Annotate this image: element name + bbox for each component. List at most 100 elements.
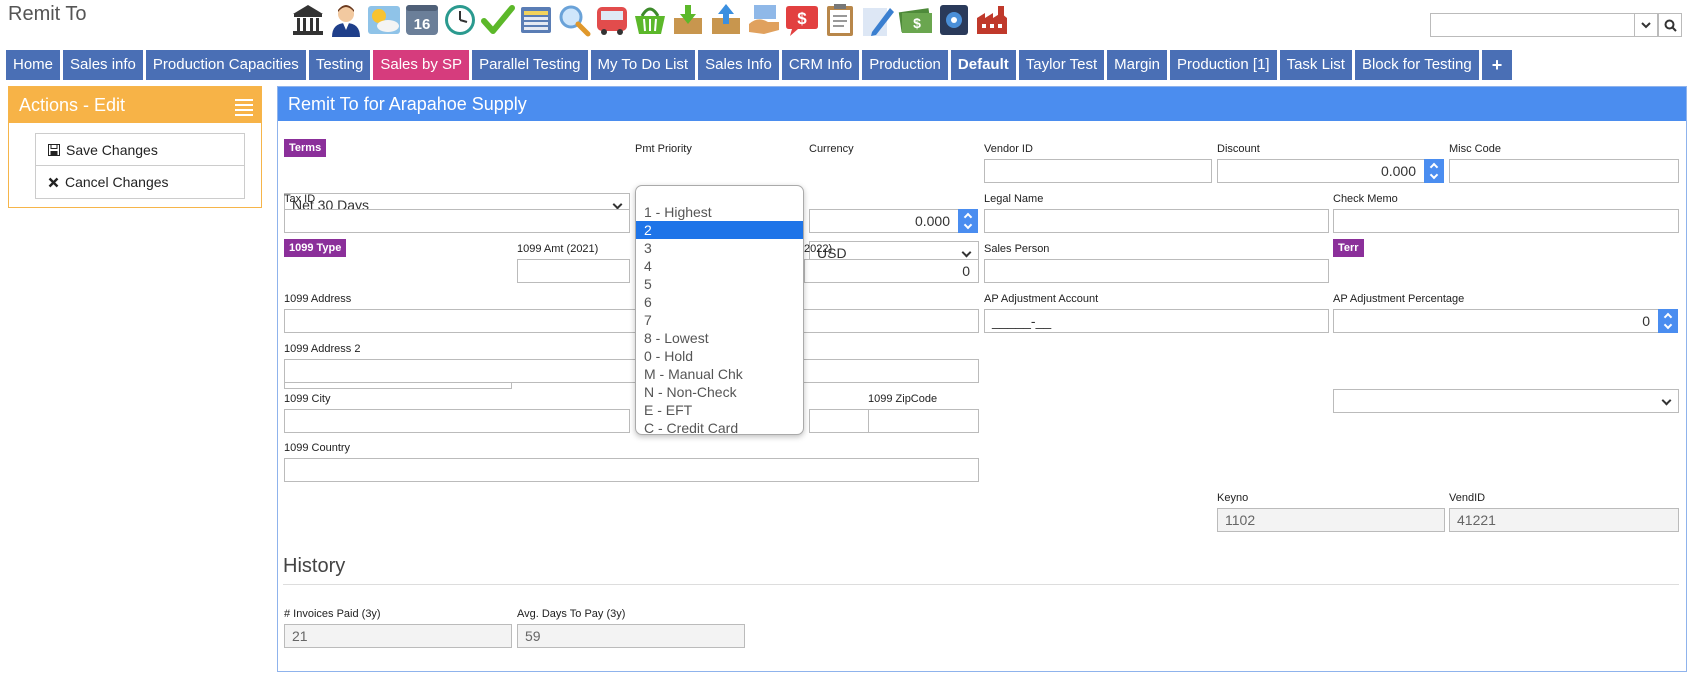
search-icon [1664, 19, 1677, 32]
search-dropdown-button[interactable] [1634, 13, 1658, 37]
tax-id-input[interactable] [284, 209, 630, 233]
check-memo-input[interactable] [1333, 209, 1679, 233]
sales-person-input[interactable] [984, 259, 1329, 283]
tab-default[interactable]: Default [950, 50, 1016, 80]
money-icon[interactable]: $ [898, 2, 934, 38]
search-input[interactable] [1430, 13, 1634, 37]
pmt-priority-option[interactable]: 2 [636, 221, 803, 239]
pmt-priority-option[interactable]: 3 [636, 239, 803, 257]
close-icon [48, 177, 59, 187]
vendor-id-input[interactable] [984, 159, 1212, 183]
pmt-priority-option[interactable]: 5 [636, 275, 803, 293]
basket-icon[interactable] [632, 2, 668, 38]
save-changes-label: Save Changes [66, 141, 158, 158]
register-icon[interactable] [518, 2, 554, 38]
person-icon[interactable] [328, 2, 364, 38]
tab-sales-info[interactable]: Sales info [63, 50, 143, 80]
ap-adjustment-percentage-input[interactable]: 0 [1333, 309, 1659, 333]
tab-task-list[interactable]: Task List [1279, 50, 1352, 80]
amount-spinner[interactable] [958, 209, 978, 233]
chevron-down-icon [1641, 22, 1651, 29]
cancel-changes-label: Cancel Changes [65, 174, 169, 190]
clock-icon[interactable] [442, 2, 478, 38]
factory-icon[interactable] [974, 2, 1010, 38]
misc-code-input[interactable] [1449, 159, 1679, 183]
tab-parallel-testing[interactable]: Parallel Testing [472, 50, 588, 80]
tab-home[interactable]: Home [6, 50, 61, 80]
nav-tabs: Home Sales info Production Capacities Testi… [6, 50, 1513, 80]
legal-name-input[interactable] [984, 209, 1329, 233]
tab-taylor-test[interactable]: Taylor Test [1018, 50, 1105, 80]
dollar-chat-icon[interactable]: $ [784, 2, 820, 38]
currency-label: Currency [809, 143, 854, 155]
ap-adjustment-spinner[interactable] [1658, 309, 1678, 333]
ap-adjustment-percentage-label: AP Adjustment Percentage [1333, 293, 1465, 305]
1099-amt-2022-input[interactable]: 0 [804, 259, 979, 283]
tab-production[interactable]: Production [862, 50, 948, 80]
cancel-changes-button[interactable]: Cancel Changes [35, 166, 245, 199]
actions-list: Save Changes Cancel Changes [35, 133, 245, 199]
vendor-id-label: Vendor ID [984, 143, 1033, 155]
pmt-priority-option[interactable]: 6 [636, 293, 803, 311]
discount-spinner[interactable] [1424, 159, 1444, 183]
invoices-paid-field: 21 [284, 624, 512, 648]
ap-adjustment-account-label: AP Adjustment Account [984, 293, 1099, 305]
svg-text:$: $ [913, 15, 921, 31]
keyno-field: 1102 [1217, 508, 1445, 532]
floppy-disk-icon [48, 143, 60, 156]
upload-box-icon[interactable] [708, 2, 744, 38]
1099-zipcode-input[interactable] [868, 409, 979, 433]
ap-adjustment-account-input[interactable]: _____-__ [984, 309, 1329, 333]
tab-block-for-testing[interactable]: Block for Testing [1354, 50, 1479, 80]
tab-sales-by-sp[interactable]: Sales by SP [373, 50, 470, 80]
terr-select[interactable] [1333, 389, 1679, 413]
calendar-icon[interactable]: 16 [404, 2, 440, 38]
checkmark-icon[interactable] [480, 2, 516, 38]
page-title: Remit To [8, 3, 87, 25]
save-changes-button[interactable]: Save Changes [35, 133, 245, 166]
pencil-icon[interactable] [860, 2, 896, 38]
discount-input[interactable]: 0.000 [1217, 159, 1425, 183]
actions-panel: Actions - Edit Save Changes Cancel Chang… [8, 86, 262, 208]
weather-icon[interactable] [366, 2, 402, 38]
pmt-priority-option[interactable]: 7 [636, 311, 803, 329]
misc-code-label: Misc Code [1449, 143, 1501, 155]
safe-icon[interactable] [936, 2, 972, 38]
1099-amt-2021-input[interactable] [517, 259, 630, 283]
pmt-priority-option[interactable]: 1 - Highest [636, 203, 803, 221]
tab-margin[interactable]: Margin [1107, 50, 1168, 80]
1099-city-input[interactable] [284, 409, 630, 433]
tab-testing[interactable]: Testing [308, 50, 371, 80]
remit-to-panel: Remit To for Arapahoe Supply Terms Net 3… [277, 86, 1687, 672]
pmt-priority-option[interactable]: 4 [636, 257, 803, 275]
search-button[interactable] [1658, 13, 1682, 37]
pmt-priority-option[interactable]: E - EFT [636, 401, 803, 419]
pmt-priority-option[interactable]: M - Manual Chk [636, 365, 803, 383]
download-box-icon[interactable] [670, 2, 706, 38]
actions-title: Actions - Edit [19, 95, 126, 115]
toolbar: 16 $ $ [290, 2, 1010, 40]
avg-days-to-pay-label: Avg. Days To Pay (3y) [517, 608, 626, 620]
tab-production-capacities[interactable]: Production Capacities [145, 50, 306, 80]
pmt-priority-option[interactable]: 0 - Hold [636, 347, 803, 365]
handshake-icon[interactable] [746, 2, 782, 38]
terr-label: Terr [1333, 239, 1364, 257]
history-divider [283, 584, 1679, 585]
pmt-priority-option[interactable]: N - Non-Check [636, 383, 803, 401]
tab-production-1[interactable]: Production [1] [1170, 50, 1277, 80]
pmt-priority-option[interactable]: C - Credit Card [636, 419, 803, 437]
tab-my-to-do-list[interactable]: My To Do List [590, 50, 696, 80]
1099-country-input[interactable] [284, 458, 979, 482]
1099-address-2-input[interactable] [284, 359, 979, 383]
tab-crm-info[interactable]: CRM Info [781, 50, 860, 80]
1099-address-input[interactable] [284, 309, 979, 333]
truck-icon[interactable] [594, 2, 630, 38]
hamburger-menu-icon[interactable] [235, 99, 253, 119]
magnifier-icon[interactable] [556, 2, 592, 38]
amount-input[interactable]: 0.000 [809, 209, 959, 233]
clipboard-icon[interactable] [822, 2, 858, 38]
bank-icon[interactable] [290, 2, 326, 38]
tab-sales-info[interactable]: Sales Info [698, 50, 779, 80]
pmt-priority-option[interactable]: 8 - Lowest [636, 329, 803, 347]
tab-add[interactable]: + [1481, 50, 1513, 80]
